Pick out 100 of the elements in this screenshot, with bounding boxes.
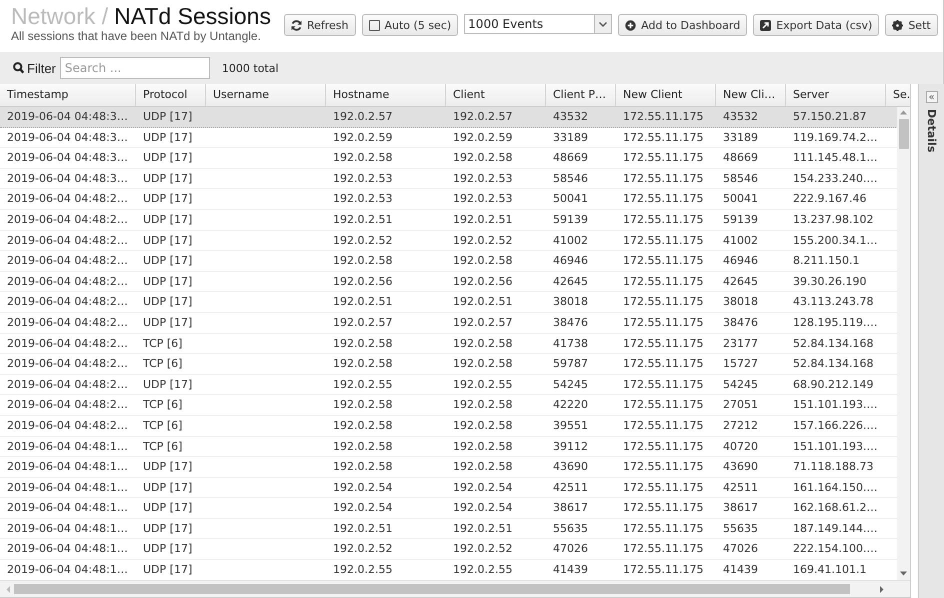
table-cell-text: 15727 <box>722 356 759 372</box>
page-title: NATd Sessions <box>114 3 271 29</box>
filter-label: Filter <box>27 60 56 76</box>
table-cell-text: 2019-06-04 04:48:3… <box>6 170 129 187</box>
table-cell-text: 48669 <box>722 150 759 166</box>
table-cell-text: 192.0.2.58 <box>332 397 394 414</box>
table-cell-text: UDP [17] <box>142 459 194 476</box>
table-cell-text: 128.195.119.… <box>792 314 878 331</box>
auto-refresh-checkbox[interactable]: Auto (5 sec) <box>362 14 458 36</box>
table-cell-text: UDP [17] <box>142 541 194 558</box>
scrollbar-thumb[interactable] <box>14 584 850 594</box>
vertical-scrollbar[interactable] <box>897 107 910 580</box>
scroll-down-icon <box>900 571 907 576</box>
table-cell-text: 192.0.2.54 <box>452 500 514 516</box>
table-cell-text: 192.0.2.57 <box>332 314 394 331</box>
table-cell-text: 43690 <box>722 459 759 476</box>
table-cell-text: 59139 <box>722 212 759 228</box>
table-cell-text: 151.101.193.… <box>792 438 878 454</box>
table-cell-text: 54245 <box>552 376 589 393</box>
table-cell-text: 172.55.11.175 <box>622 150 704 166</box>
table-cell-text: 41439 <box>722 562 759 578</box>
table-row[interactable]: 2019-06-04 04:48:1… UDP [17] 192.0.2.54 192.0.2.54 42511 172.55.11.175 42511 161.164.150.… <box>0 478 897 498</box>
table-cell-text: 222.9.167.46 <box>792 191 868 208</box>
table-cell-text: 192.0.2.55 <box>332 562 394 578</box>
table-cell-text: 192.0.2.58 <box>332 336 394 352</box>
table-cell-text: 192.0.2.55 <box>452 562 514 578</box>
column-header[interactable]: Client P… <box>546 84 616 106</box>
column-header[interactable]: Hostname <box>326 84 446 106</box>
table-cell-text: 2019-06-04 04:48:2… <box>6 294 129 310</box>
column-header[interactable]: Username <box>206 84 326 106</box>
table-cell-text: 192.0.2.51 <box>332 212 394 228</box>
table-cell-text: 192.0.2.58 <box>452 253 514 270</box>
table-cell-text: 172.55.11.175 <box>622 212 704 228</box>
table-cell-text: 192.0.2.51 <box>332 520 394 537</box>
table-cell-text: 2019-06-04 04:48:2… <box>6 418 129 434</box>
table-row[interactable]: 2019-06-04 04:48:2… UDP [17] 192.0.2.52 192.0.2.52 41002 172.55.11.175 41002 155.200.34.1… <box>0 230 897 252</box>
search-icon <box>13 62 24 74</box>
table-cell-text: 2019-06-04 04:48:2… <box>6 253 129 270</box>
table-row[interactable]: 2019-06-04 04:48:2… TCP [6] 192.0.2.58 192.0.2.58 41738 172.55.11.175 23177 52.84.134.168 <box>0 334 897 354</box>
column-header[interactable]: New Cli… <box>716 84 786 106</box>
table-cell-text: 172.55.11.175 <box>622 336 704 352</box>
column-header[interactable]: New Client <box>616 84 716 106</box>
refresh-button[interactable]: Refresh <box>284 14 356 36</box>
table-row[interactable]: 2019-06-04 04:48:2… UDP [17] 192.0.2.55 192.0.2.55 54245 172.55.11.175 54245 68.90.212.149 <box>0 374 897 396</box>
table-cell-text: 46946 <box>722 253 759 270</box>
plus-circle-icon <box>625 20 636 30</box>
scrollbar-thumb[interactable] <box>898 119 908 149</box>
table-cell-text: 192.0.2.52 <box>332 232 394 249</box>
table-cell-text: 41002 <box>552 232 589 249</box>
table-cell-text: 42220 <box>552 397 589 414</box>
table-cell-text: 192.0.2.58 <box>332 150 394 166</box>
table-cell-text: 38018 <box>552 294 589 310</box>
table-row[interactable]: 2019-06-04 04:48:3… UDP [17] 192.0.2.59 192.0.2.59 33189 172.55.11.175 33189 119.169.74.2… <box>0 128 897 148</box>
table-cell-text: 192.0.2.54 <box>332 480 394 496</box>
table-cell-text: 39.30.26.190 <box>792 274 868 290</box>
table-cell-text: 187.149.144.… <box>792 520 878 537</box>
table-row[interactable]: 2019-06-04 04:48:1… TCP [6] 192.0.2.58 192.0.2.58 39112 172.55.11.175 40720 151.101.193.… <box>0 436 897 458</box>
checkbox-icon <box>368 20 380 30</box>
table-cell-text: 40720 <box>722 438 759 454</box>
table-cell-text: UDP [17] <box>142 562 194 578</box>
table-cell-text: UDP [17] <box>142 170 194 187</box>
table-cell-text: 41439 <box>552 562 589 578</box>
expand-details-button[interactable]: « <box>926 91 938 103</box>
table-cell-text: 172.55.11.175 <box>622 130 704 146</box>
table-cell-text: UDP [17] <box>142 500 194 516</box>
table-cell-text: TCP [6] <box>142 356 184 372</box>
table-cell-text: 154.233.240.… <box>792 170 878 187</box>
table-cell-text: 48669 <box>552 150 589 166</box>
table-cell-text: 192.0.2.51 <box>332 294 394 310</box>
table-cell-text: 58546 <box>552 170 589 187</box>
events-dropdown[interactable]: 1000 Events <box>464 14 612 34</box>
table-cell-text: 192.0.2.58 <box>332 438 394 454</box>
table-cell-text: 172.55.11.175 <box>622 294 704 310</box>
search-field[interactable]: Search ... <box>60 57 210 79</box>
table-cell-text: 8.211.150.1 <box>792 253 860 270</box>
add-to-dashboard-button[interactable]: Add to Dashboard <box>618 14 748 36</box>
table-cell-text: 192.0.2.56 <box>332 274 394 290</box>
table-cell-text: 43532 <box>552 109 589 125</box>
total-count: 1000 total <box>222 62 279 74</box>
column-header[interactable]: Server <box>786 84 886 106</box>
table-cell-text: 151.101.193.… <box>792 397 878 414</box>
table-cell-text: 38018 <box>722 294 759 310</box>
table-cell-text: 172.55.11.175 <box>622 480 704 496</box>
table-row[interactable]: 2019-06-04 04:48:3… UDP [17] 192.0.2.57 192.0.2.57 43532 172.55.11.175 43532 57.150.21.87 <box>0 107 897 128</box>
table-cell-text: TCP [6] <box>142 438 184 454</box>
table-cell-text: 50041 <box>552 191 589 208</box>
details-panel-title[interactable]: Details <box>925 109 938 152</box>
column-header[interactable]: Protocol <box>136 84 206 106</box>
export-data-button[interactable]: Export Data (csv) <box>753 14 880 36</box>
column-header[interactable]: Se. <box>886 84 910 106</box>
table-cell-text: 172.55.11.175 <box>622 438 704 454</box>
table-cell-text: 2019-06-04 04:48:2… <box>6 212 129 228</box>
table-cell-text: 52.84.134.168 <box>792 356 874 372</box>
table-cell-text: 2019-06-04 04:48:2… <box>6 356 129 372</box>
column-header[interactable]: Client <box>446 84 546 106</box>
table-cell-text: UDP [17] <box>142 520 194 537</box>
column-header[interactable]: Timestamp <box>0 84 136 106</box>
horizontal-scrollbar[interactable] <box>0 580 910 598</box>
table-cell-text: 47026 <box>552 541 589 558</box>
settings-button[interactable]: Sett <box>885 14 938 36</box>
